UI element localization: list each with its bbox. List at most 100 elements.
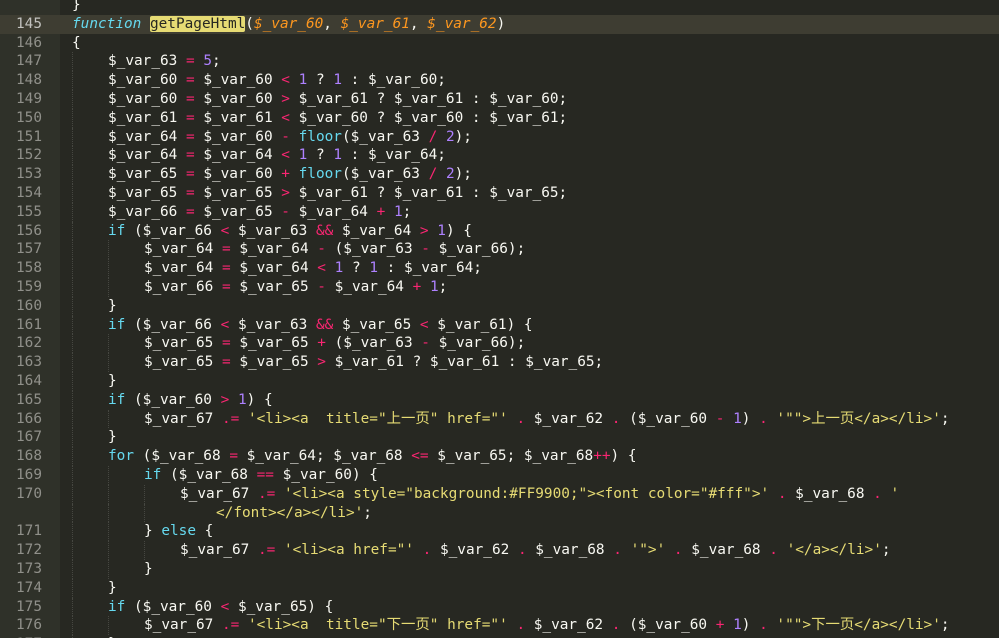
indent-guide: [72, 353, 73, 372]
line-number: 151: [16, 128, 42, 145]
code-line[interactable]: 150 $_var_61 = $_var_61 < $_var_60 ? $_va…: [0, 108, 999, 128]
code-line[interactable]: 165 if ($_var_60 > 1) {: [0, 390, 999, 410]
code-line[interactable]: }: [0, 0, 999, 15]
code-line[interactable]: 174}: [0, 578, 999, 598]
code-text: $_var_60 = $_var_60 < 1 ? 1 : $_var_60;: [108, 71, 999, 90]
code-token: $_var_65: [333, 316, 420, 333]
code-line[interactable]: 148 $_var_60 = $_var_60 < 1 ? 1 : $_var_6…: [0, 71, 999, 90]
code-token: $_var_65: [230, 354, 318, 371]
line-number: 167: [16, 429, 42, 446]
indent-guide: [72, 277, 73, 297]
line-number: 159: [16, 278, 42, 295]
code-line[interactable]: 156 if ($_var_66 < $_var_63 && $_var_64 >…: [0, 221, 999, 241]
indent-guide: [108, 484, 109, 504]
code-text: $_var_66 = $_var_65 - $_var_64 + 1;: [108, 203, 999, 222]
code-line[interactable]: 167}: [0, 428, 999, 448]
code-line[interactable]: 162 $_var_65 = $_var_65 + ($_var_63 - $_v…: [0, 334, 999, 354]
code-line[interactable]: 163 $_var_65 = $_var_65 > $_var_61 ? $_va…: [0, 353, 999, 372]
code-editor[interactable]: } 145 function getPageHtml($_var_60, $_var…: [0, 0, 999, 638]
code-token: ;: [212, 53, 221, 70]
code-token: : $_var_64;: [377, 260, 482, 277]
code-token: /: [428, 166, 438, 183]
indent-guide: [72, 484, 73, 504]
line-number: 147: [16, 53, 42, 70]
code-token: $_var_63: [229, 222, 316, 239]
code-line[interactable]: 166 $_var_67 .= '<li><a title="上一页" href=…: [0, 409, 999, 429]
line-number: 157: [16, 241, 42, 258]
code-line[interactable]: 159 $_var_66 = $_var_65 - $_var_64 + 1;: [0, 277, 999, 297]
code-token: =: [185, 128, 195, 145]
code-token: 1: [733, 410, 742, 427]
code-token: =: [221, 335, 231, 352]
code-line[interactable]: 145 function getPageHtml($_var_60, $_var_…: [0, 14, 999, 34]
code-line[interactable]: 154 $_var_65 = $_var_65 > $_var_61 ? $_va…: [0, 183, 999, 203]
code-token: <: [281, 147, 290, 164]
indent-guide: [144, 484, 145, 504]
code-line[interactable]: 149 $_var_60 = $_var_60 > $_var_61 ? $_va…: [0, 89, 999, 109]
code-line[interactable]: 160}: [0, 296, 999, 316]
code-text: $_var_64 = $_var_60 - floor($_var_63 / 2…: [108, 128, 999, 147]
code-line[interactable]: 168 for ($_var_68 = $_var_64; $_var_68 <=…: [0, 447, 999, 466]
code-line[interactable]: 171} else {: [0, 522, 999, 542]
code-token: .: [516, 617, 526, 634]
code-text: }: [108, 297, 999, 316]
code-token: $_var_64: [108, 147, 186, 164]
indent-guide: [108, 353, 109, 372]
code-text: }: [108, 372, 999, 391]
code-token: $_var_61: [340, 15, 410, 32]
code-text: }: [108, 428, 999, 447]
code-line[interactable]: 157 $_var_64 = $_var_64 - ($_var_63 - $_v…: [0, 240, 999, 260]
code-line[interactable]: 146 {: [0, 34, 999, 53]
code-token: $_var_60: [194, 128, 282, 145]
code-line[interactable]: 172 $_var_67 .= '<li><a href="' . $_var_6…: [0, 541, 999, 560]
code-token: 1: [237, 391, 247, 408]
code-line[interactable]: 175 if ($_var_60 < $_var_65) {: [0, 597, 999, 617]
code-token: <: [220, 316, 230, 333]
code-line[interactable]: 158 $_var_64 = $_var_64 < 1 ? 1 : $_var_6…: [0, 259, 999, 278]
code-token: &&: [315, 222, 334, 239]
code-token: $_var_64: [144, 241, 222, 258]
code-token: $_var_64: [230, 241, 318, 258]
code-line[interactable]: 164}: [0, 371, 999, 391]
code-token: if: [144, 466, 162, 483]
code-line[interactable]: 151 $_var_64 = $_var_60 - floor($_var_63 …: [0, 127, 999, 147]
code-token: $_var_63: [229, 316, 316, 333]
code-token: $_var_61: [194, 109, 282, 126]
code-line[interactable]: 161 if ($_var_66 < $_var_63 && $_var_65 <…: [0, 315, 999, 335]
line-number: 173: [16, 560, 42, 577]
code-token: ?: [343, 260, 370, 277]
indent-guide: [108, 465, 109, 485]
code-line[interactable]: 176 $_var_67 .= '<li><a title="下一页" href=…: [0, 616, 999, 636]
code-token: ($_var_68: [134, 448, 230, 465]
code-token: .=: [257, 542, 276, 559]
code-token: <: [220, 222, 230, 239]
code-token: ;: [363, 504, 372, 521]
line-number: 160: [16, 297, 42, 314]
code-line[interactable]: 152 $_var_64 = $_var_64 < 1 ? 1 : $_var_6…: [0, 146, 999, 166]
code-line[interactable]: 153 $_var_65 = $_var_60 + floor($_var_63 …: [0, 165, 999, 184]
indent-guide: [72, 240, 73, 260]
code-text: $_var_67 .= '<li><a style="background:#F…: [180, 485, 999, 504]
indent-guide: [108, 559, 109, 579]
code-line[interactable]: 155 $_var_66 = $_var_65 - $_var_64 + 1;: [0, 202, 999, 222]
code-token: ) {: [445, 222, 472, 239]
code-token: ++: [593, 448, 611, 465]
code-line[interactable]: 170 $_var_67 .= '<li><a style="background…: [0, 484, 999, 504]
code-line[interactable]: </font></a></li>';: [0, 503, 999, 523]
code-line[interactable]: 173}: [0, 559, 999, 579]
code-token: $_var_61) {: [428, 316, 533, 333]
code-token: <: [317, 260, 326, 277]
code-token: =: [221, 241, 231, 258]
code-line[interactable]: 169 if ($_var_68 == $_var_60) {: [0, 465, 999, 485]
code-line[interactable]: 147 $_var_63 = 5;: [0, 52, 999, 72]
code-token: 1: [298, 72, 308, 89]
code-token: '">': [630, 542, 666, 559]
line-number: 165: [16, 391, 42, 408]
code-token: +: [376, 203, 386, 220]
code-token: .: [613, 542, 622, 559]
code-token: $_var_67: [144, 410, 222, 427]
code-token: 1: [333, 72, 342, 89]
